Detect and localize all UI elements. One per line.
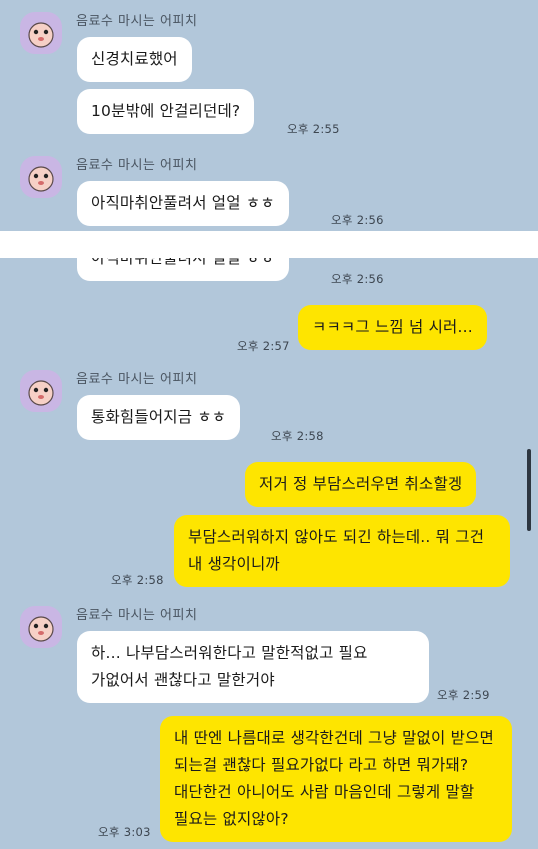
message-timestamp: 오후 3:03 (98, 825, 151, 839)
message-bubble-incoming[interactable]: 10분밖에 안걸리던데? (77, 89, 255, 134)
message-bubble-incoming[interactable]: 통화힘들어지금 ㅎㅎ (77, 395, 241, 440)
sender-name: 음료수 마시는 어피치 (76, 14, 198, 29)
message-bubble-outgoing[interactable]: 저거 정 부담스러우면 취소할겡 (245, 462, 477, 507)
avatar-apeach-icon[interactable] (20, 12, 62, 54)
message-bubble-incoming-partial[interactable]: 아직마취안풀려서 얼얼 ㅎㅎ (77, 258, 289, 281)
avatar-apeach-icon[interactable] (20, 370, 62, 412)
message-bubble-outgoing[interactable]: 내 딴엔 나름대로 생각한건데 그냥 말없이 받으면 되는걸 괜찮다 필요가없다… (160, 716, 512, 842)
chat-panel-bottom: 아직마취안풀려서 얼얼 ㅎㅎ 오후 2:56 ㅋㅋㅋ그 느낌 넘 시러... 오… (0, 258, 538, 849)
message-timestamp: 오후 2:56 (331, 213, 384, 227)
sender-name: 음료수 마시는 어피치 (76, 608, 198, 623)
message-timestamp: 오후 2:55 (287, 122, 340, 136)
sender-name: 음료수 마시는 어피치 (76, 158, 198, 173)
sender-name: 음료수 마시는 어피치 (76, 372, 198, 387)
message-bubble-incoming[interactable]: 하... 나부담스러워한다고 말한적없고 필요 가없어서 괜찮다고 말한거야 (77, 631, 429, 703)
avatar-apeach-icon[interactable] (20, 156, 62, 198)
message-timestamp: 오후 2:56 (331, 272, 384, 286)
message-timestamp: 오후 2:57 (237, 339, 290, 353)
scrollbar-thumb[interactable] (527, 449, 531, 531)
message-bubble-outgoing[interactable]: 부담스러워하지 않아도 되긴 하는데.. 뭐 그건 내 생각이니까 (174, 515, 510, 587)
message-timestamp: 오후 2:58 (111, 573, 164, 587)
message-timestamp: 오후 2:59 (437, 688, 490, 702)
message-bubble-incoming[interactable]: 신경치료했어 (77, 37, 192, 82)
avatar-apeach-icon[interactable] (20, 606, 62, 648)
message-bubble-outgoing[interactable]: ㅋㅋㅋ그 느낌 넘 시러... (298, 305, 487, 350)
message-timestamp: 오후 2:58 (271, 429, 324, 443)
chat-panel-top: 음료수 마시는 어피치 신경치료했어 10분밖에 안걸리던데? 오후 2:55 … (0, 0, 538, 231)
message-bubble-incoming[interactable]: 아직마취안풀려서 얼얼 ㅎㅎ (77, 181, 289, 226)
